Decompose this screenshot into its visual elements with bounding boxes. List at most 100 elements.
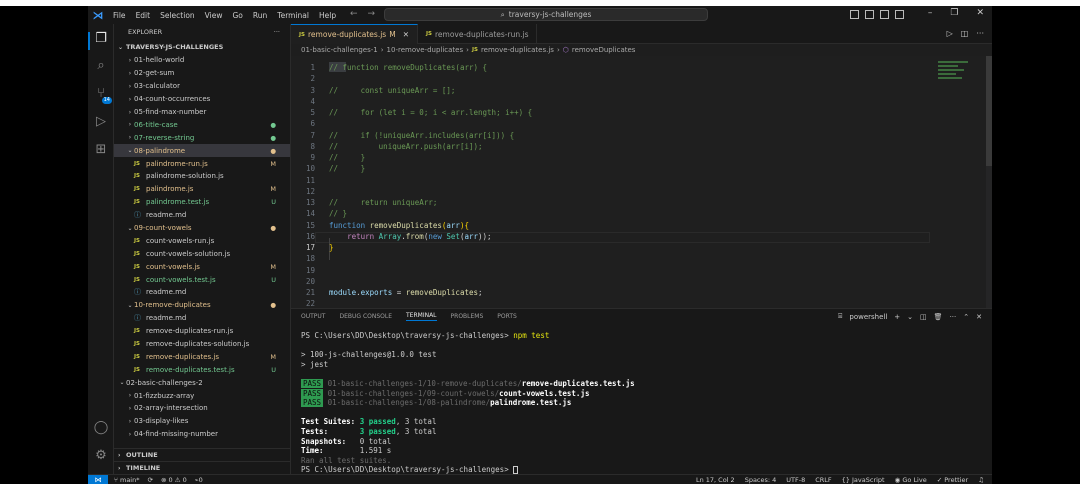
tree-folder[interactable]: › 01-hello-world <box>114 54 290 67</box>
code-editor[interactable]: 1 // function removeDuplicates(arr) {2 3 //… <box>291 56 992 308</box>
minimize-icon[interactable]: – <box>928 8 933 18</box>
search-view-icon[interactable]: ⌕ <box>93 58 109 74</box>
split-editor-icon[interactable]: ◫ <box>961 29 969 38</box>
tree-file[interactable]: JS palindrome.test.js U <box>114 196 290 209</box>
tree-folder[interactable]: ⌄ 08-palindrome ● <box>114 144 290 158</box>
tree-folder[interactable]: ⌄ 09-count-vowels ● <box>114 222 290 235</box>
customize-layout-icon[interactable] <box>895 10 904 19</box>
prettier[interactable]: ✓ Prettier <box>937 476 968 484</box>
menu-help[interactable]: Help <box>314 11 341 20</box>
breadcrumb-symbol[interactable]: removeDuplicates <box>572 46 636 54</box>
tree-folder[interactable]: › 04-count-occurrences <box>114 93 290 106</box>
extensions-icon[interactable]: ⊞ <box>93 142 109 158</box>
tree-file[interactable]: JS count-vowels-solution.js <box>114 247 290 260</box>
tab-ports[interactable]: PORTS <box>497 313 517 320</box>
split-terminal-icon[interactable]: ◫ <box>920 313 927 321</box>
tree-file[interactable]: JS count-vowels-run.js <box>114 234 290 247</box>
source-control-icon[interactable]: ⑂ 14 <box>93 86 112 104</box>
account-icon[interactable]: ◯ <box>93 420 109 436</box>
tree-folder[interactable]: › 02-get-sum <box>114 67 290 80</box>
breadcrumb-folder-2[interactable]: 10-remove-duplicates <box>387 46 464 54</box>
scrollbar-thumb[interactable] <box>986 56 992 166</box>
shell-name[interactable]: powershell <box>849 313 887 321</box>
outline-section[interactable]: › OUTLINE <box>114 448 291 461</box>
settings-gear-icon[interactable]: ⚙ <box>93 448 109 464</box>
toggle-primary-sidebar-icon[interactable] <box>850 10 859 19</box>
tree-folder[interactable]: › 04-find-missing-number <box>114 428 290 441</box>
tree-file[interactable]: JS remove-duplicates-run.js <box>114 325 290 338</box>
problems-indicator[interactable]: ⊗ 0 ⚠ 0 <box>161 476 187 484</box>
terminal-output[interactable]: PS C:\Users\DD\Desktop\traversy-js-chall… <box>301 331 981 475</box>
branch-indicator[interactable]: ⑂ main* <box>114 476 139 484</box>
tab-terminal[interactable]: TERMINAL <box>406 312 437 321</box>
minimap[interactable] <box>938 61 978 101</box>
tree-folder[interactable]: › 01-fizzbuzz-array <box>114 389 290 402</box>
tab-debug-console[interactable]: DEBUG CONSOLE <box>339 313 392 320</box>
tree-file[interactable]: ⓘ readme.md <box>114 286 290 299</box>
tree-file[interactable]: JS palindrome.js M <box>114 183 290 196</box>
close-panel-icon[interactable]: ✕ <box>976 313 982 321</box>
cursor-position[interactable]: Ln 17, Col 2 <box>696 476 735 484</box>
menu-edit[interactable]: Edit <box>131 11 156 20</box>
run-file-icon[interactable]: ▷ <box>947 29 953 38</box>
tree-file[interactable]: JS remove-duplicates.js M <box>114 350 290 363</box>
tree-file[interactable]: JS remove-duplicates.test.js U <box>114 363 290 376</box>
close-tab-icon[interactable]: ✕ <box>403 30 409 39</box>
tree-folder[interactable]: ⌄ 10-remove-duplicates ● <box>114 299 290 312</box>
menu-selection[interactable]: Selection <box>155 11 200 20</box>
encoding[interactable]: UTF-8 <box>786 476 805 484</box>
menu-terminal[interactable]: Terminal <box>272 11 314 20</box>
menu-run[interactable]: Run <box>248 11 272 20</box>
tree-folder[interactable]: › 05-find-max-number <box>114 106 290 119</box>
command-center[interactable]: ⌕ traversy-js-challenges <box>384 8 708 21</box>
tree-file[interactable]: ⓘ readme.md <box>114 209 290 222</box>
breadcrumb-file[interactable]: remove-duplicates.js <box>481 46 554 54</box>
toggle-secondary-sidebar-icon[interactable] <box>880 10 889 19</box>
tree-folder[interactable]: › 03-calculator <box>114 80 290 93</box>
tree-folder[interactable]: › 07-reverse-string ● <box>114 131 290 144</box>
back-arrow-icon[interactable]: ← <box>350 9 358 19</box>
trash-icon[interactable]: 🗑 <box>934 313 943 321</box>
menu-view[interactable]: View <box>200 11 228 20</box>
language-mode[interactable]: {} JavaScript <box>842 476 885 484</box>
go-live[interactable]: ◉ Go Live <box>895 476 927 484</box>
tree-file[interactable]: JS count-vowels.js M <box>114 260 290 273</box>
more-actions-icon[interactable]: ··· <box>950 313 957 321</box>
tree-file[interactable]: JS palindrome-run.js M <box>114 157 290 170</box>
restore-icon[interactable]: ❐ <box>950 8 958 18</box>
more-actions-icon[interactable]: ··· <box>976 29 984 38</box>
tree-folder[interactable]: › 02-array-intersection <box>114 402 290 415</box>
remote-indicator-icon[interactable]: ⋈ <box>88 474 108 484</box>
tab-remove-duplicates-run[interactable]: JS remove-duplicates-run.js <box>418 24 538 44</box>
new-terminal-icon[interactable]: + <box>894 313 900 321</box>
chevron-down-icon[interactable]: ⌄ <box>907 313 913 321</box>
explorer-icon[interactable]: ❐ <box>93 31 109 47</box>
maximize-panel-icon[interactable]: ⌃ <box>963 313 969 321</box>
tree-file[interactable]: ⓘ readme.md <box>114 312 290 325</box>
sync-icon[interactable]: ⟳ <box>147 476 152 484</box>
run-debug-icon[interactable]: ▷ <box>93 114 109 130</box>
tree-folder[interactable]: ⌄ 02-basic-challenges-2 <box>114 376 290 389</box>
editor-scrollbar[interactable] <box>986 56 992 308</box>
line-endings[interactable]: CRLF <box>815 476 831 484</box>
notifications-bell-icon[interactable]: ♫ <box>978 476 984 484</box>
more-actions-icon[interactable]: ··· <box>274 28 280 36</box>
breadcrumb-folder-1[interactable]: 01-basic-challenges-1 <box>301 46 378 54</box>
menu-file[interactable]: File <box>108 11 131 20</box>
forward-arrow-icon[interactable]: → <box>368 9 376 19</box>
ports-indicator[interactable]: ⌁0 <box>195 476 203 484</box>
tree-file[interactable]: JS count-vowels.test.js U <box>114 273 290 286</box>
project-root[interactable]: ⌄ TRAVERSY-JS-CHALLENGES <box>114 40 290 54</box>
timeline-section[interactable]: › TIMELINE <box>114 461 291 474</box>
close-icon[interactable]: ✕ <box>976 8 984 18</box>
tree-file[interactable]: JS palindrome-solution.js <box>114 170 290 183</box>
tab-remove-duplicates[interactable]: JS remove-duplicates.js M ✕ <box>291 24 418 44</box>
indentation[interactable]: Spaces: 4 <box>745 476 777 484</box>
tree-folder[interactable]: › 06-title-case ● <box>114 118 290 131</box>
toggle-panel-icon[interactable] <box>865 10 874 19</box>
tree-file[interactable]: JS remove-duplicates-solution.js <box>114 338 290 351</box>
menu-go[interactable]: Go <box>227 11 247 20</box>
tab-output[interactable]: OUTPUT <box>301 313 325 320</box>
tab-problems[interactable]: PROBLEMS <box>451 313 484 320</box>
tree-folder[interactable]: › 03-display-likes <box>114 415 290 428</box>
